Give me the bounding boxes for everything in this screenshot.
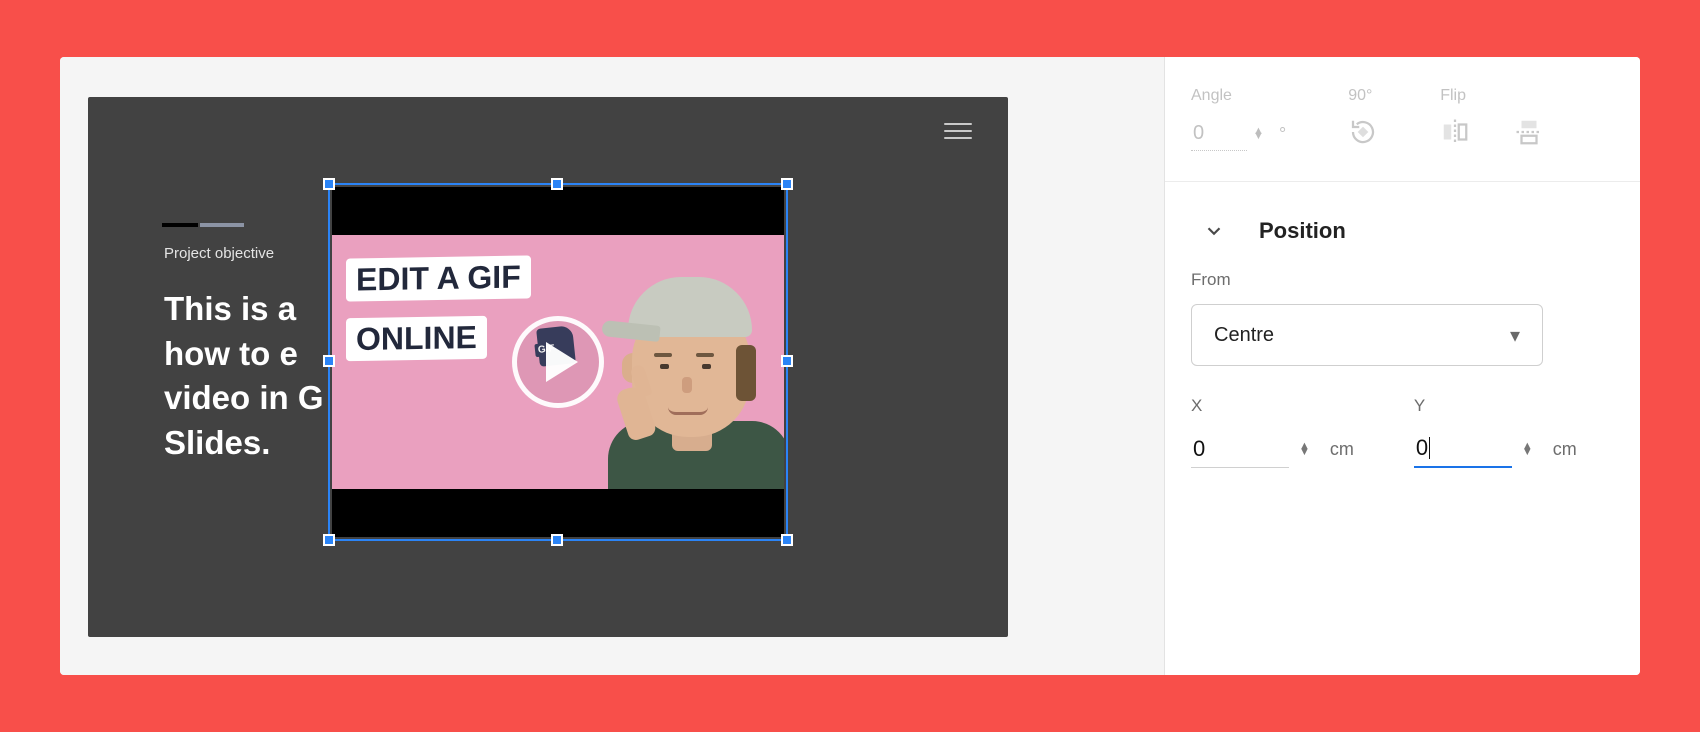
x-stepper[interactable]: ▲▼ (1299, 443, 1310, 455)
caret-down-icon: ▾ (1510, 323, 1520, 348)
format-sidebar: Angle ▲▼ ° 90° Flip (1164, 57, 1640, 675)
x-label: X (1191, 396, 1354, 416)
from-select[interactable]: Centre ▾ (1191, 304, 1543, 366)
resize-handle-br[interactable] (781, 534, 793, 546)
selected-video-object[interactable]: EDIT A GIF ONLINE GIF (328, 183, 788, 541)
x-unit: cm (1330, 439, 1354, 460)
title-accent (164, 223, 244, 227)
flip-group: Flip (1440, 87, 1544, 147)
flip-horizontal-icon[interactable] (1440, 117, 1470, 147)
rotate-90-icon[interactable] (1348, 117, 1378, 147)
text-caret (1429, 437, 1430, 459)
y-stepper[interactable]: ▲▼ (1522, 443, 1533, 455)
x-field: X ▲▼ cm (1191, 396, 1354, 468)
angle-input[interactable] (1191, 117, 1247, 151)
thumbnail-text-2: ONLINE (346, 316, 487, 361)
y-input[interactable]: 0 (1414, 430, 1512, 468)
rotate-90-group: 90° (1348, 87, 1378, 147)
x-input[interactable] (1191, 430, 1289, 468)
y-unit: cm (1553, 439, 1577, 460)
resize-handle-tm[interactable] (551, 178, 563, 190)
hamburger-icon[interactable] (944, 123, 972, 139)
resize-handle-bl[interactable] (323, 534, 335, 546)
transform-row: Angle ▲▼ ° 90° Flip (1191, 57, 1614, 175)
from-value: Centre (1214, 324, 1274, 347)
thumbnail-text-1: EDIT A GIF (346, 255, 531, 301)
position-title: Position (1259, 218, 1346, 244)
resize-handle-bm[interactable] (551, 534, 563, 546)
xy-row: X ▲▼ cm Y 0 ▲▼ cm (1191, 396, 1614, 468)
chevron-down-icon (1203, 220, 1225, 242)
resize-handle-ml[interactable] (323, 355, 335, 367)
video-thumbnail: EDIT A GIF ONLINE GIF (332, 187, 784, 537)
angle-stepper[interactable]: ▲▼ (1253, 129, 1267, 140)
canvas-area[interactable]: Project objective This is ahow to evideo… (60, 57, 1164, 675)
y-label: Y (1414, 396, 1577, 416)
resize-handle-mr[interactable] (781, 355, 793, 367)
position-section-header[interactable]: Position (1191, 182, 1614, 270)
flip-vertical-icon[interactable] (1514, 117, 1544, 147)
resize-handle-tr[interactable] (781, 178, 793, 190)
slide[interactable]: Project objective This is ahow to evideo… (88, 97, 1008, 637)
flip-label: Flip (1440, 87, 1466, 105)
y-field: Y 0 ▲▼ cm (1414, 396, 1577, 468)
resize-handle-tl[interactable] (323, 178, 335, 190)
play-icon[interactable] (512, 316, 604, 408)
thumbnail-person (574, 239, 784, 489)
slide-subheading: Project objective (164, 245, 274, 262)
degree-symbol: ° (1279, 124, 1286, 145)
from-field: From Centre ▾ (1191, 270, 1614, 366)
angle-group: Angle ▲▼ ° (1191, 87, 1286, 151)
from-label: From (1191, 270, 1614, 290)
angle-label: Angle (1191, 87, 1232, 105)
app-frame: Project objective This is ahow to evideo… (60, 57, 1640, 675)
rotate-90-label: 90° (1348, 87, 1372, 105)
